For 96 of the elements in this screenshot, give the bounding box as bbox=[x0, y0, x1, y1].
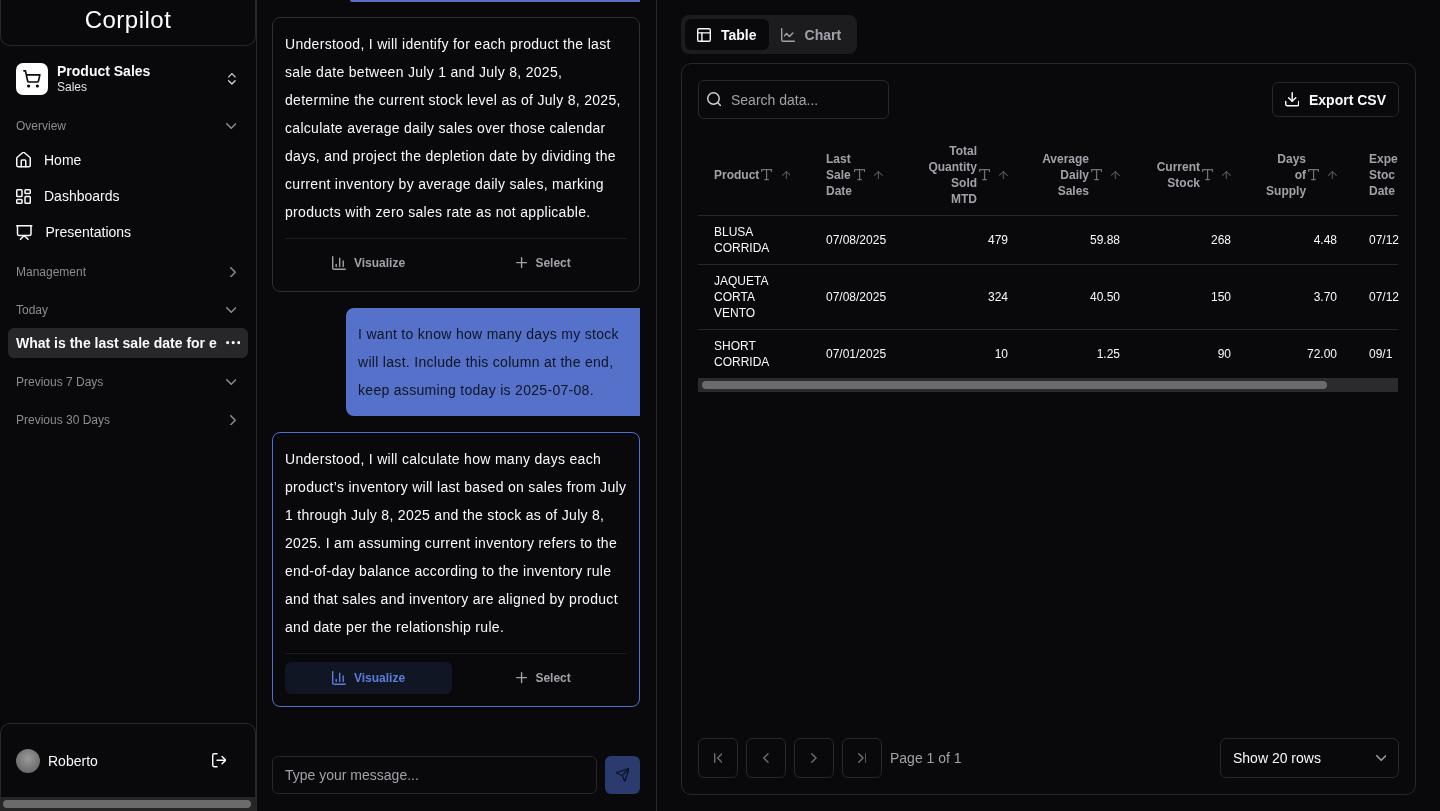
table-cell-text: 479 bbox=[986, 232, 1009, 249]
nav-item[interactable]: Home bbox=[8, 142, 248, 178]
app-logo: Corpilot bbox=[84, 5, 172, 34]
plus-icon bbox=[516, 257, 528, 269]
chat-history-item[interactable]: What is the last sale date for e bbox=[8, 328, 248, 358]
column-header: Total Quantity Sold MTD bbox=[928, 143, 978, 207]
select-button[interactable]: Select bbox=[460, 662, 627, 694]
workspace-name: Product Sales bbox=[57, 63, 152, 80]
download-icon bbox=[1284, 92, 1299, 107]
search-field[interactable]: Search data... bbox=[698, 80, 889, 119]
chevrons-up-down-icon[interactable] bbox=[228, 73, 236, 85]
table-cell-text: 4.48 bbox=[1312, 232, 1338, 249]
table-cell-text: BLUSA CORRIDA bbox=[713, 224, 771, 257]
text-type-icon[interactable] bbox=[854, 169, 866, 181]
more-icon[interactable] bbox=[225, 341, 240, 345]
table-cell-text: 72.00 bbox=[1305, 346, 1338, 363]
text-type-icon[interactable] bbox=[1091, 169, 1103, 181]
table-cell-text: 10 bbox=[993, 346, 1009, 363]
chevron-down-icon[interactable] bbox=[225, 123, 236, 129]
chevron-right-icon[interactable] bbox=[230, 266, 236, 278]
send-icon bbox=[615, 768, 630, 782]
table-cell-text: 90 bbox=[1216, 346, 1232, 363]
chevron-right-icon bbox=[811, 752, 817, 764]
scrollbar-thumb[interactable] bbox=[702, 381, 1327, 389]
table-cell-text: 40.50 bbox=[1088, 289, 1121, 306]
message-text: Understood, I will identify for each product the last sale date between July 1 and July 8, 2025, determine the current stock level as of July 8, 2025, calculate average daily sales over those calendar days, and project the depletion date by dividing the current inventory by average daily sales, marking products with zero sales rate as not applicable. bbox=[285, 35, 622, 222]
nav-item[interactable]: Presentations bbox=[8, 214, 248, 250]
column-header: Current Stock bbox=[1156, 159, 1201, 191]
user-message: I want to know how many days my stock will last. Include this column at the end, keep assuming today is 2025-07-08. bbox=[346, 308, 640, 416]
section-label: Today bbox=[16, 303, 49, 317]
table-cell-text: 268 bbox=[1209, 232, 1232, 249]
view-tab[interactable]: Table bbox=[685, 19, 769, 50]
message-input[interactable]: Type your message... bbox=[272, 756, 597, 794]
logout-icon[interactable] bbox=[211, 753, 226, 768]
table-cell-text: 3.70 bbox=[1312, 289, 1338, 306]
table-icon bbox=[697, 27, 711, 42]
scrollbar-thumb[interactable] bbox=[3, 800, 251, 808]
table-cell-text: 07/08/2025 bbox=[825, 289, 888, 306]
presentation-board-icon bbox=[16, 224, 33, 240]
table-cell-text: SHORT CORRIDA bbox=[713, 338, 771, 371]
rows-per-page-select[interactable]: Show 20 rows bbox=[1220, 738, 1399, 778]
page-indicator: Page 1 of 1 bbox=[890, 750, 962, 766]
table-cell-text: 07/12 bbox=[1368, 232, 1400, 249]
table-cell-text: 150 bbox=[1209, 289, 1232, 306]
text-type-icon[interactable] bbox=[979, 169, 991, 181]
table-cell-text: 09/1 bbox=[1368, 346, 1394, 363]
text-type-icon[interactable] bbox=[1202, 169, 1214, 181]
export-button[interactable]: Export CSV bbox=[1271, 82, 1399, 117]
view-tab[interactable]: Chart bbox=[768, 19, 854, 50]
column-header: Average Daily Sales bbox=[1042, 151, 1090, 199]
arrow-up-icon[interactable] bbox=[781, 170, 791, 180]
line-chart-icon bbox=[780, 27, 795, 42]
column-header: Expe Stoc Date bbox=[1369, 151, 1398, 199]
message-text: Understood, I will calculate how many days each product’s inventory will last based on sales from July 1 through July 8, 2025 and the stock as of July 8, 2025. I am assuming current inventory refers to the end-of-day balance according to the inventory rule and that sales and inventory are aligned by product and date per the relationship rule. bbox=[285, 450, 627, 637]
layout-grid-icon bbox=[16, 188, 31, 204]
text-type-icon[interactable] bbox=[1308, 169, 1320, 181]
chevron-last-icon bbox=[857, 752, 867, 764]
visualize-button[interactable]: Visualize bbox=[285, 662, 452, 694]
arrow-up-icon[interactable] bbox=[1222, 170, 1231, 180]
bar-chart-icon bbox=[331, 256, 346, 270]
chevron-down-icon bbox=[1375, 755, 1386, 761]
table-cell-text: JAQUETA CORTA VENTO bbox=[713, 273, 770, 322]
arrow-up-icon[interactable] bbox=[999, 170, 1008, 180]
section-label: Management bbox=[16, 265, 87, 279]
table-cell-text: 1.25 bbox=[1095, 346, 1121, 363]
column-header: Last Sale Date bbox=[826, 151, 852, 199]
section-label: Overview bbox=[16, 119, 66, 133]
chevron-left-icon bbox=[763, 752, 769, 764]
table-cell-text: 59.88 bbox=[1088, 232, 1121, 249]
arrow-up-icon[interactable] bbox=[874, 170, 883, 180]
home-icon bbox=[16, 152, 31, 168]
bar-chart-icon bbox=[331, 671, 346, 685]
chevron-down-icon[interactable] bbox=[225, 379, 236, 385]
chevron-right-icon[interactable] bbox=[230, 414, 236, 426]
workspace-subtitle: Sales bbox=[57, 80, 89, 95]
column-header: Product bbox=[714, 167, 760, 183]
chevron-down-icon[interactable] bbox=[225, 307, 236, 313]
column-header: Days of Supply bbox=[1266, 151, 1307, 199]
text-type-icon[interactable] bbox=[761, 169, 773, 181]
select-button[interactable]: Select bbox=[460, 247, 627, 279]
section-label: Previous 7 Days bbox=[16, 375, 104, 389]
nav-item[interactable]: Dashboards bbox=[8, 178, 248, 214]
visualize-button[interactable]: Visualize bbox=[285, 247, 452, 279]
section-label: Previous 30 Days bbox=[16, 413, 111, 427]
search-icon bbox=[707, 92, 722, 107]
table-cell-text: 07/08/2025 bbox=[825, 232, 888, 249]
arrow-up-icon[interactable] bbox=[1328, 170, 1337, 180]
table-cell-text: 07/12 bbox=[1368, 289, 1400, 306]
user-name: Roberto bbox=[48, 752, 99, 769]
table-cell-text: 07/01/2025 bbox=[825, 346, 888, 363]
plus-icon bbox=[516, 672, 528, 684]
chevron-first-icon bbox=[713, 752, 723, 764]
cart-icon bbox=[16, 63, 48, 95]
avatar bbox=[16, 748, 40, 773]
arrow-up-icon[interactable] bbox=[1111, 170, 1120, 180]
table-cell-text: 324 bbox=[986, 289, 1009, 306]
